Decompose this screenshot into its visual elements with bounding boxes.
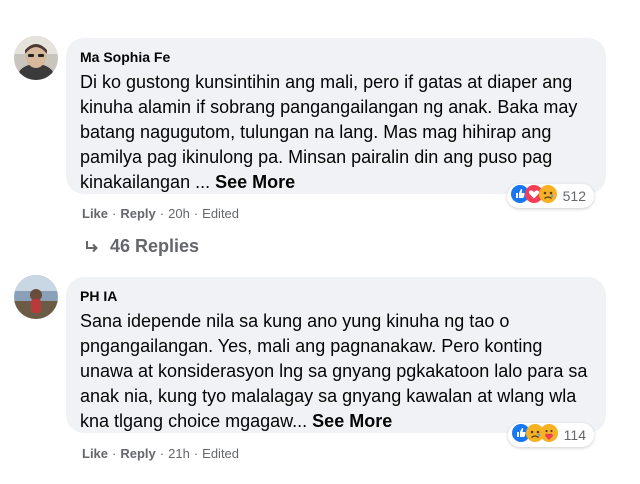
reply-arrow-icon — [86, 240, 98, 252]
see-more-link[interactable]: See More — [312, 411, 392, 431]
comment-text: Di ko gustong kunsintihin ang mali, pero… — [80, 70, 592, 195]
reply-button[interactable]: Reply — [120, 446, 155, 461]
reaction-count: 114 — [563, 427, 586, 443]
care-icon — [539, 423, 558, 447]
timestamp[interactable]: 20h — [168, 206, 190, 221]
comment-author[interactable]: Ma Sophia Fe — [80, 48, 592, 66]
replies-count-label: 46 Replies — [110, 236, 200, 256]
see-more-link[interactable]: See More — [215, 172, 295, 192]
separator-dot: · — [193, 206, 199, 221]
sad-icon — [538, 184, 557, 208]
comment-actions: Like · Reply · 20h · Edited — [82, 206, 239, 221]
separator-dot: · — [112, 206, 117, 221]
like-button[interactable]: Like — [82, 446, 108, 461]
reply-button[interactable]: Reply — [120, 206, 155, 221]
avatar[interactable] — [14, 36, 58, 80]
view-replies-button[interactable]: 46 Replies — [84, 236, 199, 257]
comment-text: Sana idepende nila sa kung ano yung kinu… — [80, 309, 592, 434]
avatar[interactable] — [14, 275, 58, 319]
separator-dot: · — [159, 206, 165, 221]
edited-label: Edited — [202, 446, 240, 461]
comment-bubble: PH IA Sana idepende nila sa kung ano yun… — [66, 277, 606, 447]
comment-actions: Like · Reply · 21h · Edited — [82, 446, 239, 461]
edited-label: Edited — [202, 206, 240, 221]
comment-bubble: Ma Sophia Fe Di ko gustong kunsintihin a… — [66, 38, 606, 208]
reactions-summary[interactable]: 512 — [506, 184, 594, 208]
separator-dot: · — [112, 446, 117, 461]
comment-author[interactable]: PH IA — [80, 287, 592, 305]
like-button[interactable]: Like — [82, 206, 108, 221]
reactions-summary[interactable]: 114 — [507, 423, 594, 447]
separator-dot: · — [159, 446, 165, 461]
reaction-count: 512 — [562, 188, 586, 204]
timestamp[interactable]: 21h — [168, 446, 190, 461]
comment-body: Di ko gustong kunsintihin ang mali, pero… — [80, 72, 578, 192]
separator-dot: · — [193, 446, 199, 461]
